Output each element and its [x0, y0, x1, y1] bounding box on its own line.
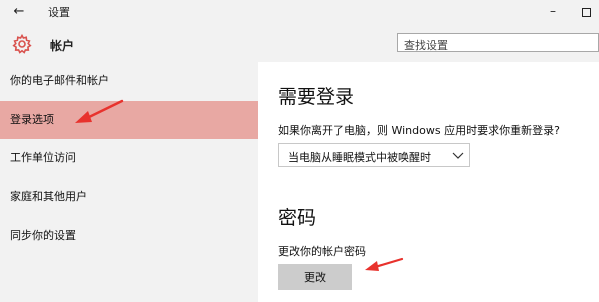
annotation-arrow-icon — [365, 257, 404, 271]
chevron-down-icon — [452, 152, 464, 159]
main-content: 需要登录 如果你离开了电脑，则 Windows 应用时要求你重新登录? 当电脑从… — [258, 62, 599, 302]
back-button[interactable]: ← — [10, 3, 28, 21]
window-title: 设置 — [48, 6, 70, 19]
page-title: 帐户 — [50, 39, 75, 53]
sidebar-item-label: 工作单位访问 — [10, 151, 76, 164]
sidebar-item-signin-options[interactable]: 登录选项 — [0, 101, 258, 139]
back-arrow-icon: ← — [13, 4, 25, 19]
sidebar-item-family-users[interactable]: 家庭和其他用户 — [0, 178, 258, 216]
search-box[interactable] — [397, 33, 599, 53]
sidebar-item-sync-settings[interactable]: 同步你的设置 — [0, 217, 258, 255]
sidebar-item-email-accounts[interactable]: 你的电子邮件和帐户 — [0, 62, 258, 100]
signin-required-description: 如果你离开了电脑，则 Windows 应用时要求你重新登录? — [278, 124, 560, 137]
sidebar-item-label: 你的电子邮件和帐户 — [10, 74, 109, 87]
sidebar-item-work-access[interactable]: 工作单位访问 — [0, 139, 258, 177]
sidebar-item-label: 同步你的设置 — [10, 229, 76, 242]
gear-icon — [12, 34, 32, 54]
password-description: 更改你的帐户密码 — [278, 245, 366, 258]
maximize-button[interactable] — [582, 8, 591, 17]
dropdown-value: 当电脑从睡眠模式中被唤醒时 — [288, 151, 431, 164]
signin-required-dropdown[interactable]: 当电脑从睡眠模式中被唤醒时 — [278, 143, 470, 167]
annotation-arrow-icon — [75, 99, 124, 123]
sidebar-item-label: 登录选项 — [10, 113, 54, 126]
password-heading: 密码 — [278, 207, 317, 229]
signin-required-heading: 需要登录 — [278, 86, 355, 108]
minimize-button[interactable]: – — [546, 2, 560, 20]
search-input[interactable] — [404, 38, 594, 53]
change-password-button[interactable]: 更改 — [278, 264, 352, 290]
minimize-icon: – — [550, 4, 556, 18]
title-bar: ← 设置 – — [0, 0, 599, 26]
page-header: 帐户 — [0, 26, 599, 62]
sidebar: 你的电子邮件和帐户 登录选项 工作单位访问 家庭和其他用户 同步你的设置 — [0, 62, 258, 302]
sidebar-item-label: 家庭和其他用户 — [10, 190, 87, 203]
